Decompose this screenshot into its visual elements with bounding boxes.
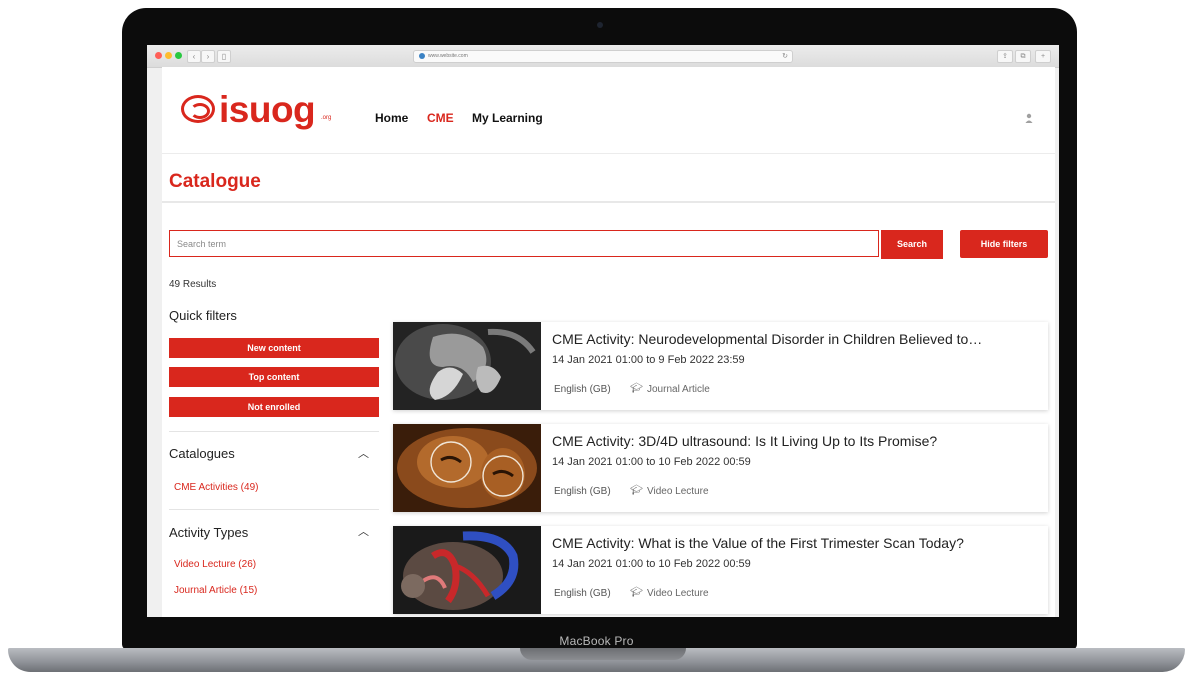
browser-toolbar: ‹ › ▯ www.website.com ↻ ⇪ ⧉ + — [147, 45, 1059, 68]
tabs-icon[interactable]: ⧉ — [1015, 50, 1031, 63]
add-tab-icon[interactable]: + — [1035, 50, 1051, 63]
close-window-button[interactable] — [155, 52, 162, 59]
quick-filters-title: Quick filters — [169, 308, 237, 323]
card-dates: 14 Jan 2021 01:00 to 10 Feb 2022 00:59 — [552, 456, 751, 468]
card-language: English (GB) — [554, 384, 611, 395]
ultrasound-thumbnail — [393, 322, 541, 410]
title-band: Catalogue — [162, 153, 1055, 203]
screen: ‹ › ▯ www.website.com ↻ ⇪ ⧉ + isuog .org… — [147, 45, 1059, 617]
web-page: isuog .org Home CME My Learning Catalogu… — [162, 67, 1055, 617]
results-count: 49 Results — [169, 279, 217, 290]
laptop-notch — [520, 648, 686, 660]
device-label: MacBook Pro — [559, 634, 634, 648]
card-title[interactable]: CME Activity: Neurodevelopmental Disorde… — [552, 331, 1042, 347]
logo-suffix: .org — [321, 115, 332, 121]
chevron-up-icon[interactable]: ︿ — [358, 523, 369, 539]
nav-home[interactable]: Home — [375, 111, 408, 125]
nav-cme[interactable]: CME — [427, 111, 454, 125]
webcam — [597, 22, 603, 28]
page-title: Catalogue — [169, 171, 261, 192]
hide-filters-button[interactable]: Hide filters — [960, 230, 1048, 258]
forward-icon[interactable]: › — [201, 50, 215, 63]
activity-card[interactable]: CME Activity: What is the Value of the F… — [393, 526, 1048, 614]
share-icon[interactable]: ⇪ — [997, 50, 1013, 63]
activity-types-title[interactable]: Activity Types — [169, 525, 248, 540]
activity-card[interactable]: CME Activity: 3D/4D ultrasound: Is It Li… — [393, 424, 1048, 512]
quick-filter-new-content[interactable]: New content — [169, 338, 379, 358]
user-icon[interactable] — [1025, 113, 1033, 123]
graduation-cap-icon: 🎓︎ — [630, 587, 643, 598]
logo-text[interactable]: isuog — [219, 89, 316, 131]
divider — [169, 431, 379, 432]
globe-icon — [419, 52, 425, 59]
ultrasound-3d-thumbnail — [393, 424, 541, 512]
nav-my-learning[interactable]: My Learning — [472, 111, 543, 125]
card-type: Video Lecture — [647, 486, 709, 497]
address-bar[interactable]: www.website.com ↻ — [413, 50, 793, 63]
filter-cme-activities[interactable]: CME Activities (49) — [174, 482, 258, 493]
search-input[interactable] — [169, 230, 879, 257]
card-title[interactable]: CME Activity: What is the Value of the F… — [552, 535, 1042, 551]
card-title[interactable]: CME Activity: 3D/4D ultrasound: Is It Li… — [552, 433, 1042, 449]
graduation-cap-icon: 🎓︎ — [630, 485, 643, 496]
back-icon[interactable]: ‹ — [187, 50, 201, 63]
card-type: Video Lecture — [647, 588, 709, 599]
url-text: www.website.com — [428, 53, 468, 59]
card-language: English (GB) — [554, 588, 611, 599]
card-dates: 14 Jan 2021 01:00 to 10 Feb 2022 00:59 — [552, 558, 751, 570]
search-button[interactable]: Search — [881, 230, 943, 259]
quick-filter-not-enrolled[interactable]: Not enrolled — [169, 397, 379, 417]
sidebar-toggle-icon[interactable]: ▯ — [217, 50, 231, 63]
chevron-up-icon[interactable]: ︿ — [358, 445, 369, 461]
minimize-window-button[interactable] — [165, 52, 172, 59]
card-language: English (GB) — [554, 486, 611, 497]
divider — [169, 509, 379, 510]
activity-card[interactable]: CME Activity: Neurodevelopmental Disorde… — [393, 322, 1048, 410]
card-type: Journal Article — [647, 384, 710, 395]
logo-icon[interactable] — [181, 95, 215, 123]
catalogues-title[interactable]: Catalogues — [169, 446, 235, 461]
doppler-thumbnail — [393, 526, 541, 614]
graduation-cap-icon: 🎓︎ — [630, 383, 643, 394]
filter-video-lecture[interactable]: Video Lecture (26) — [174, 559, 256, 570]
quick-filter-top-content[interactable]: Top content — [169, 367, 379, 387]
card-dates: 14 Jan 2021 01:00 to 9 Feb 2022 23:59 — [552, 354, 745, 366]
reload-icon[interactable]: ↻ — [782, 51, 788, 62]
site-header: isuog .org Home CME My Learning — [162, 67, 1055, 154]
maximize-window-button[interactable] — [175, 52, 182, 59]
filter-journal-article[interactable]: Journal Article (15) — [174, 585, 257, 596]
